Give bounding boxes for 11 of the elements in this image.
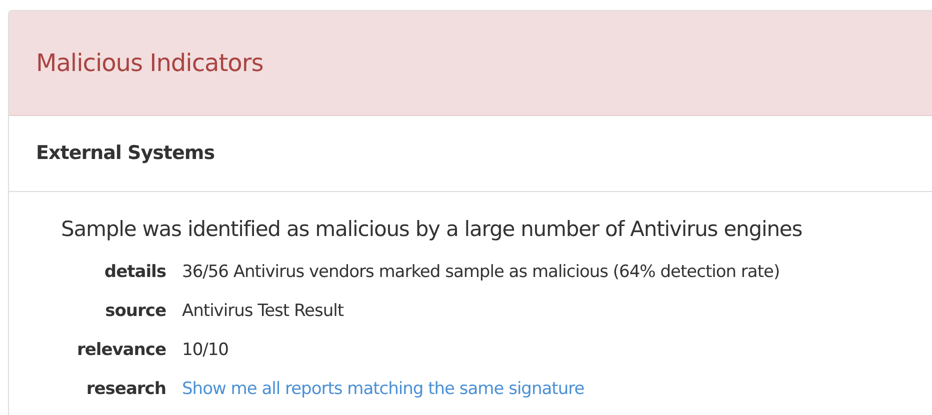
field-label: details — [103, 261, 166, 284]
field-label: relevance — [76, 339, 166, 362]
field-value: Antivirus Test Result — [182, 300, 344, 323]
section-title: External Systems — [36, 141, 215, 166]
field-label: source — [104, 300, 166, 323]
field-value: 10/10 — [182, 339, 228, 362]
research-link[interactable]: Show me all reports matching the same signature — [182, 377, 584, 402]
field-label: research — [85, 378, 166, 401]
signature-headline: Sample was identified as malicious by a large number of Antivirus engines — [60, 216, 804, 243]
panel-title: Malicious Indicators — [36, 48, 264, 79]
field-value: 36/56 Antivirus vendors marked sample as malicious (64% detection rate) — [182, 261, 780, 284]
